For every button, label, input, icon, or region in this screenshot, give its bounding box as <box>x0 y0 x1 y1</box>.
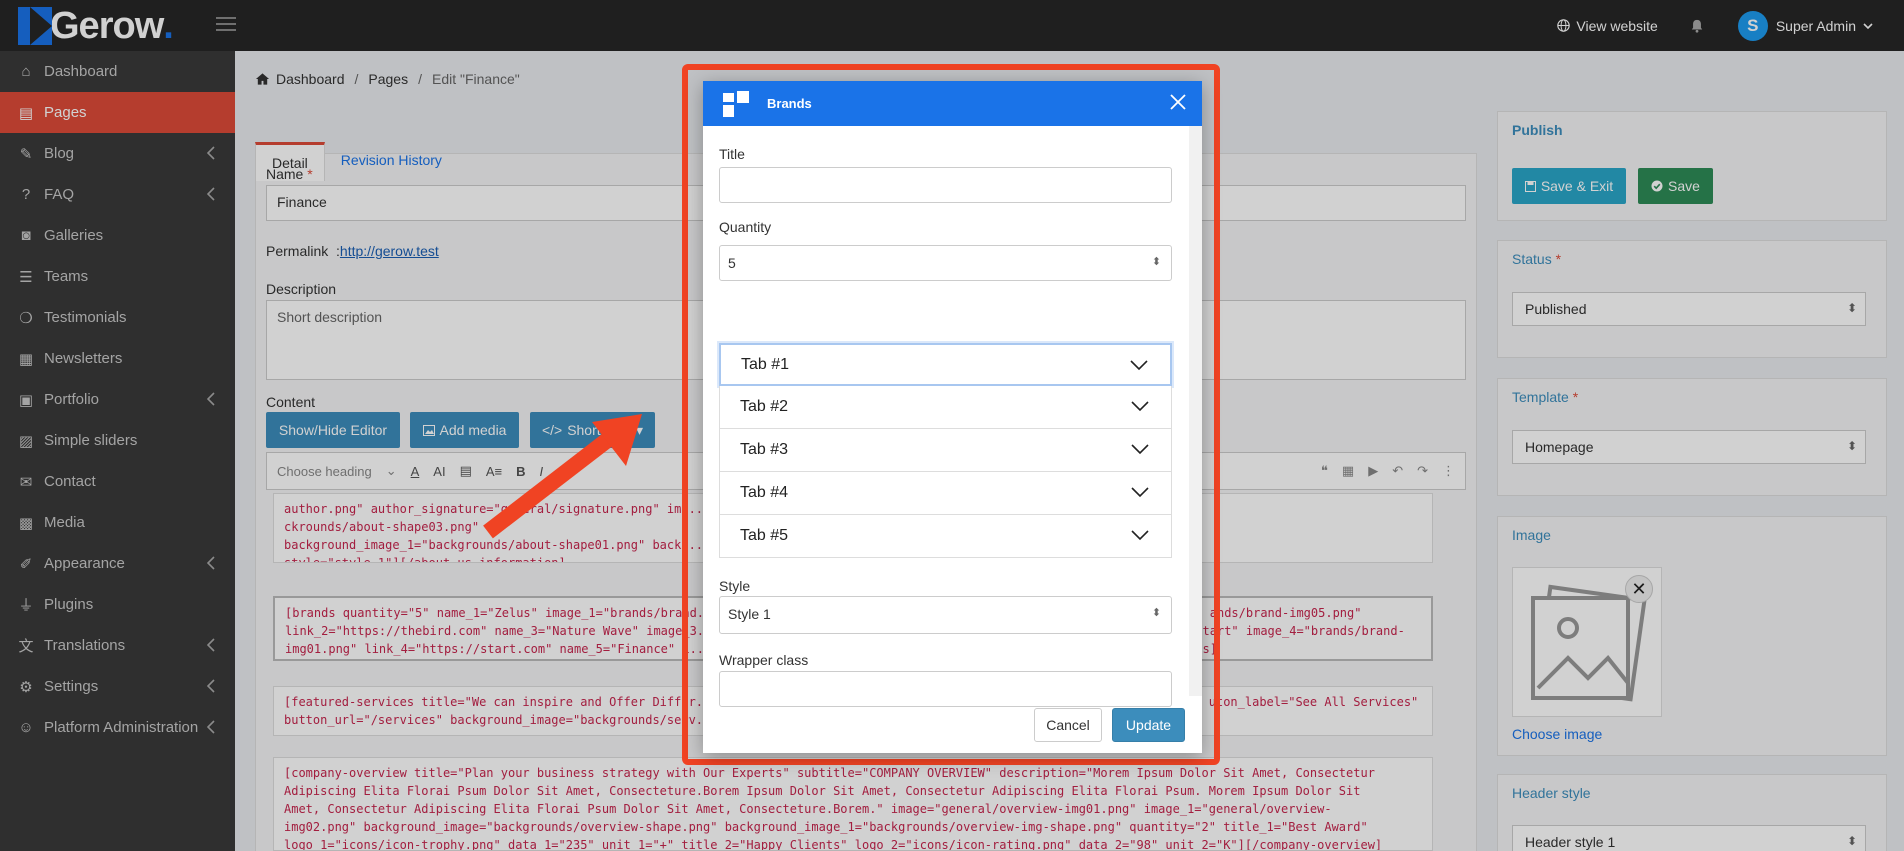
accordion-tab-3[interactable]: Tab #3 <box>719 429 1172 472</box>
title-label: Title <box>719 146 745 162</box>
style-select[interactable]: Style 1 <box>719 596 1172 634</box>
modal-scrollbar[interactable] <box>1189 126 1202 696</box>
modal-body: Title Quantity 5 Tab #1Tab #2Tab #3Tab #… <box>703 126 1202 707</box>
annotation-arrow-icon <box>483 414 642 539</box>
accordion-tab-label: Tab #2 <box>740 398 789 415</box>
accordion-tab-2[interactable]: Tab #2 <box>719 386 1172 429</box>
title-input[interactable] <box>719 167 1172 203</box>
accordion-tab-label: Tab #4 <box>740 484 789 501</box>
close-icon[interactable] <box>1168 92 1188 112</box>
chevron-down-icon <box>1131 487 1149 498</box>
quantity-label: Quantity <box>719 219 772 235</box>
chevron-down-icon <box>1130 360 1148 371</box>
style-label: Style <box>719 578 751 594</box>
wrapper-class-label: Wrapper class <box>719 652 809 668</box>
accordion-tab-label: Tab #3 <box>740 441 789 458</box>
accordion-tab-label: Tab #5 <box>740 527 789 544</box>
accordion-tab-label: Tab #1 <box>741 355 790 373</box>
modal-footer: Cancel Update <box>703 696 1202 753</box>
grid-icon <box>723 90 749 117</box>
modal-title: Brands <box>767 96 812 111</box>
chevron-down-icon <box>1131 530 1149 541</box>
tabs-accordion: Tab #1 Tab #2 Tab #3 Tab #4 Tab #5 <box>719 343 1172 558</box>
modal-header: Brands <box>703 81 1202 126</box>
brands-modal: Brands Title Quantity 5 Tab #1Tab #2Tab … <box>703 81 1202 753</box>
accordion-tab-5[interactable]: Tab #5 <box>719 515 1172 558</box>
quantity-select[interactable]: 5 <box>719 245 1172 281</box>
accordion-tab-4[interactable]: Tab #4 <box>719 472 1172 515</box>
update-button[interactable]: Update <box>1112 708 1185 742</box>
accordion-tab-1[interactable]: Tab #1 <box>719 343 1172 386</box>
chevron-down-icon <box>1131 401 1149 412</box>
cancel-button[interactable]: Cancel <box>1034 708 1102 742</box>
chevron-down-icon <box>1131 444 1149 455</box>
